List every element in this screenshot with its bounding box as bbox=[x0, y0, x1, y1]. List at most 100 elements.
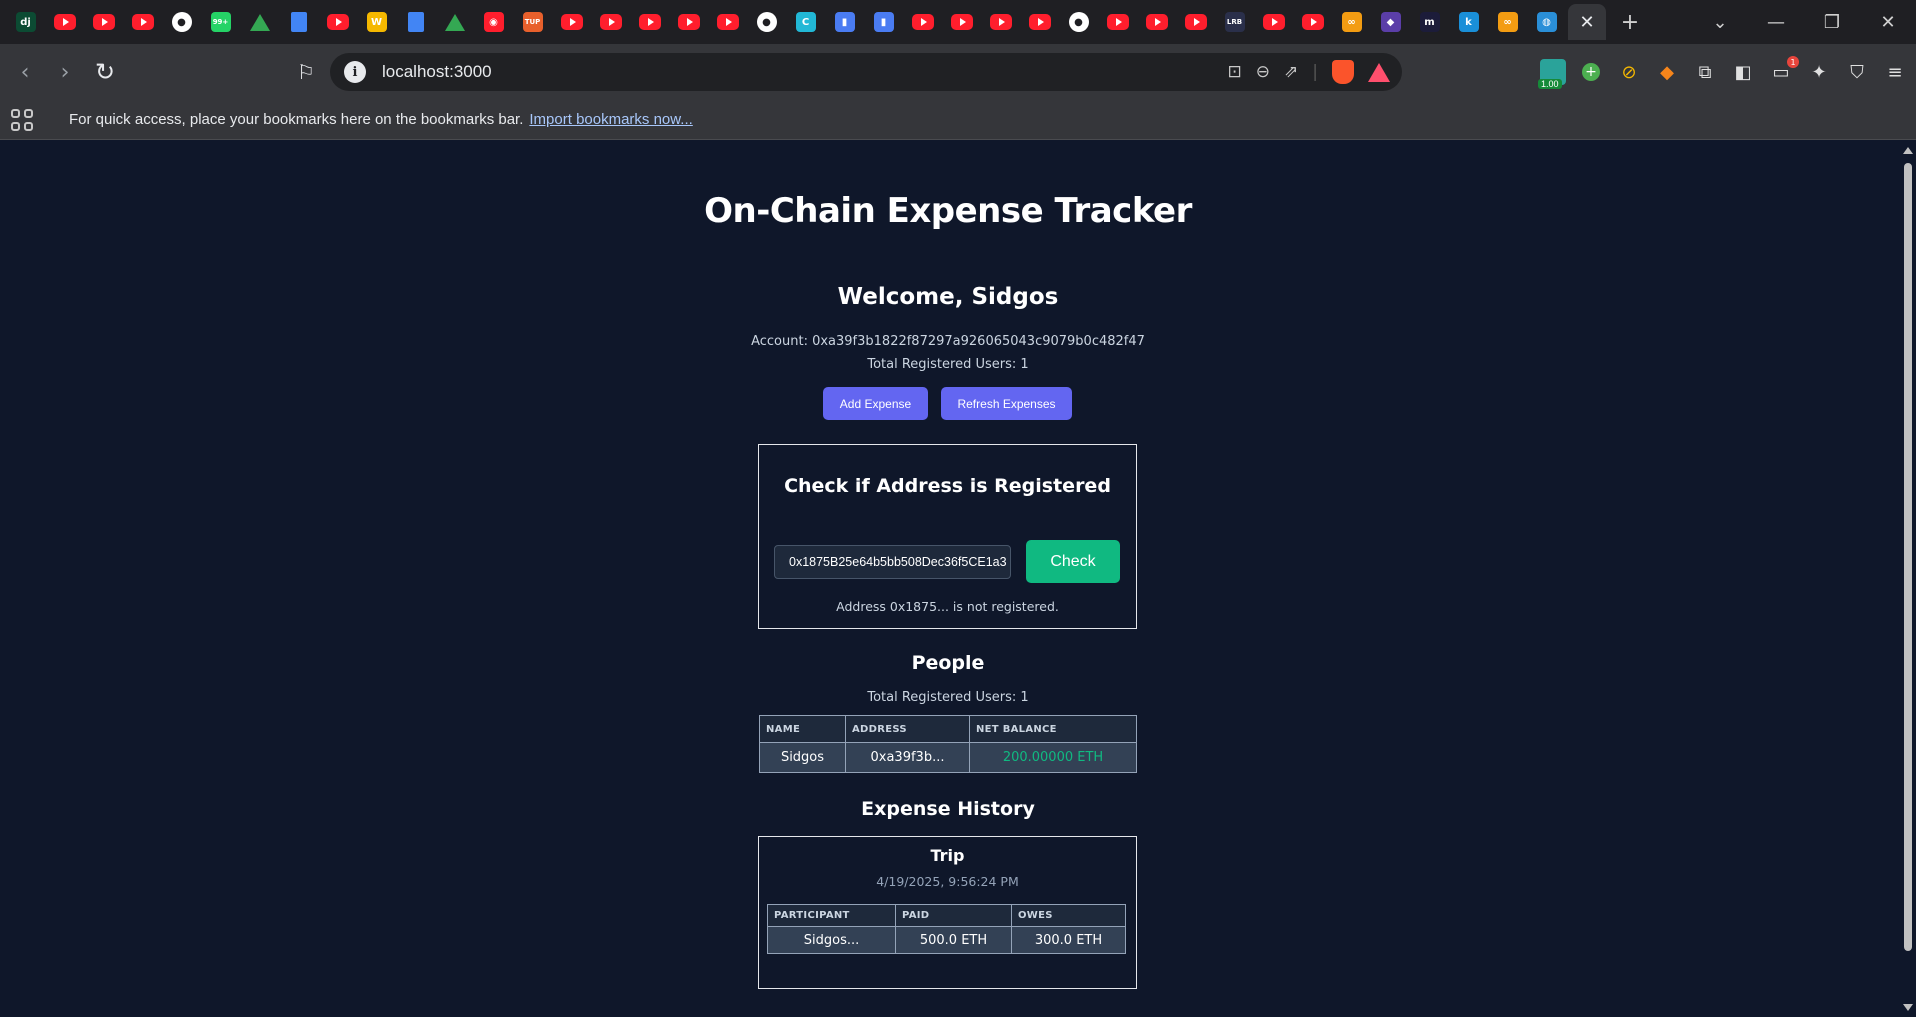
column-header-address: ADDRESS bbox=[845, 715, 970, 743]
wallet-icon[interactable]: ▭ 1 bbox=[1768, 56, 1799, 85]
address-input[interactable]: 0x1875B25e64b5bb508Dec36f5CE1a3 bbox=[774, 545, 1011, 579]
tab-youtube[interactable] bbox=[1176, 2, 1215, 42]
tab-youtube[interactable] bbox=[123, 2, 162, 42]
refresh-expenses-button[interactable]: Refresh Expenses bbox=[941, 387, 1072, 420]
person-name: Sidgos bbox=[759, 742, 846, 773]
tab-youtube[interactable] bbox=[1137, 2, 1176, 42]
import-bookmarks-link[interactable]: Import bookmarks now... bbox=[529, 111, 692, 128]
tab-tup[interactable]: TUP bbox=[513, 2, 552, 42]
account-address: Account: 0xa39f3b1822f87297a926065043c90… bbox=[751, 334, 1145, 349]
metamask-fox-icon[interactable]: ◆ bbox=[1654, 59, 1680, 85]
extensions-area: 1.00 + ⊘ ◆ ⧉ ◧ ▭ 1 ✦ ⛉ ≡ bbox=[1538, 44, 1908, 100]
sidebar-toggle-icon[interactable]: ◧ bbox=[1730, 59, 1756, 85]
reload-icon[interactable]: ↻ bbox=[86, 53, 124, 91]
apps-grid-icon[interactable] bbox=[11, 108, 33, 131]
bookmark-icon[interactable]: ⚐ bbox=[287, 53, 325, 91]
tab-infinity[interactable]: ∞ bbox=[1488, 2, 1527, 42]
scroll-down-arrow-icon[interactable] bbox=[1903, 1004, 1913, 1011]
tab-github[interactable]: ● bbox=[747, 2, 786, 42]
brave-shields-icon[interactable] bbox=[1332, 60, 1354, 84]
tab-w-app[interactable]: W bbox=[357, 2, 396, 42]
share-icon[interactable]: ⇗ bbox=[1284, 62, 1298, 82]
tab-youtube[interactable] bbox=[318, 2, 357, 42]
tab-google-drive[interactable] bbox=[435, 2, 474, 42]
github-icon: ● bbox=[1068, 12, 1089, 32]
tab-dj[interactable]: dj bbox=[6, 2, 45, 42]
tab-gamepad[interactable]: ◆ bbox=[1371, 2, 1410, 42]
close-tab-icon[interactable]: ✕ bbox=[1579, 12, 1594, 33]
add-expense-button[interactable]: Add Expense bbox=[823, 387, 928, 420]
extension-counter-icon[interactable]: 1.00 bbox=[1538, 59, 1566, 89]
tab-youtube[interactable] bbox=[981, 2, 1020, 42]
expense-title: Trip bbox=[930, 846, 965, 865]
tab-youtube[interactable] bbox=[591, 2, 630, 42]
tab-globe[interactable]: ◍ bbox=[1527, 2, 1566, 42]
participant-owes: 300.0 ETH bbox=[1011, 926, 1126, 954]
tab-youtube[interactable] bbox=[708, 2, 747, 42]
tab-lrb[interactable]: LRB bbox=[1215, 2, 1254, 42]
check-button[interactable]: Check bbox=[1026, 540, 1120, 583]
site-info-icon[interactable]: i bbox=[344, 61, 366, 83]
zoom-icon[interactable]: ⊖ bbox=[1256, 62, 1270, 82]
tab-green-chat[interactable]: 99+ bbox=[201, 2, 240, 42]
blocked-extension-icon[interactable]: ⊘ bbox=[1616, 59, 1642, 85]
minimize-icon[interactable]: — bbox=[1748, 0, 1804, 44]
participant-name: Sidgos... bbox=[767, 926, 896, 954]
expense-table-header: PARTICIPANT PAID OWES bbox=[767, 904, 1126, 927]
tab-github[interactable]: ● bbox=[162, 2, 201, 42]
tab-youtube[interactable] bbox=[45, 2, 84, 42]
m-app-icon: m bbox=[1419, 12, 1440, 32]
tab-youtube[interactable] bbox=[1293, 2, 1332, 42]
people-table: NAME ADDRESS NET BALANCE Sidgos 0xa39f3b… bbox=[759, 715, 1137, 773]
back-icon[interactable]: ‹ bbox=[6, 53, 44, 91]
tab-bar-chart[interactable]: ▮ bbox=[825, 2, 864, 42]
tab-youtube[interactable] bbox=[84, 2, 123, 42]
check-card-title: Check if Address is Registered bbox=[784, 475, 1111, 497]
bar-chart-icon: ▮ bbox=[834, 12, 855, 32]
brave-rewards-icon[interactable] bbox=[1368, 62, 1390, 82]
address-bar[interactable]: i localhost:3000 ⊡ ⊖ ⇗ | bbox=[330, 53, 1402, 91]
tab-c-app[interactable]: C bbox=[786, 2, 825, 42]
tab-youtube[interactable] bbox=[552, 2, 591, 42]
new-tab-button[interactable]: + bbox=[1606, 0, 1654, 44]
tab-k-app[interactable]: k bbox=[1449, 2, 1488, 42]
tab-m-app[interactable]: m bbox=[1410, 2, 1449, 42]
dj-icon: dj bbox=[15, 12, 36, 32]
tab-youtube[interactable] bbox=[903, 2, 942, 42]
youtube-icon bbox=[1106, 14, 1129, 30]
close-window-icon[interactable]: ✕ bbox=[1860, 0, 1916, 44]
leo-ai-sparkle-icon[interactable]: ✦ bbox=[1806, 59, 1832, 85]
tab-youtube[interactable] bbox=[1254, 2, 1293, 42]
restore-icon[interactable]: ❐ bbox=[1804, 0, 1860, 44]
tab-google-docs[interactable] bbox=[279, 2, 318, 42]
tab-youtube[interactable] bbox=[630, 2, 669, 42]
tab-youtube[interactable] bbox=[1098, 2, 1137, 42]
column-header-name: NAME bbox=[759, 715, 846, 743]
page-scrollbar[interactable] bbox=[1900, 141, 1916, 1017]
menu-icon[interactable]: ≡ bbox=[1882, 59, 1908, 85]
tab-youtube[interactable] bbox=[1020, 2, 1059, 42]
tab-search-chevron-icon[interactable]: ⌄ bbox=[1692, 0, 1748, 44]
tab-google-drive[interactable] bbox=[240, 2, 279, 42]
youtube-icon bbox=[1301, 14, 1324, 30]
forward-icon[interactable]: › bbox=[46, 53, 84, 91]
youtube-icon bbox=[716, 14, 739, 30]
tab-github[interactable]: ● bbox=[1059, 2, 1098, 42]
tab-youtube[interactable] bbox=[669, 2, 708, 42]
tab-youtube[interactable] bbox=[942, 2, 981, 42]
tab-google-docs[interactable] bbox=[396, 2, 435, 42]
scroll-up-arrow-icon[interactable] bbox=[1903, 147, 1913, 154]
expense-card: Trip 4/19/2025, 9:56:24 PM PARTICIPANT P… bbox=[758, 836, 1137, 989]
tab-youtube-music[interactable]: ◉ bbox=[474, 2, 513, 42]
youtube-icon bbox=[326, 14, 349, 30]
vpn-shield-icon[interactable]: ⛉ bbox=[1844, 59, 1870, 85]
extensions-puzzle-icon[interactable]: ⧉ bbox=[1692, 59, 1718, 85]
scroll-thumb[interactable] bbox=[1904, 163, 1912, 951]
install-app-icon[interactable]: ⊡ bbox=[1228, 62, 1242, 82]
tab-infinity[interactable]: ∞ bbox=[1332, 2, 1371, 42]
active-tab[interactable]: ✕ bbox=[1568, 4, 1606, 40]
tab-bar-chart[interactable]: ▮ bbox=[864, 2, 903, 42]
green-plus-extension-icon[interactable]: + bbox=[1578, 59, 1604, 85]
google-docs-icon bbox=[407, 12, 424, 32]
url-text[interactable]: localhost:3000 bbox=[382, 62, 492, 82]
